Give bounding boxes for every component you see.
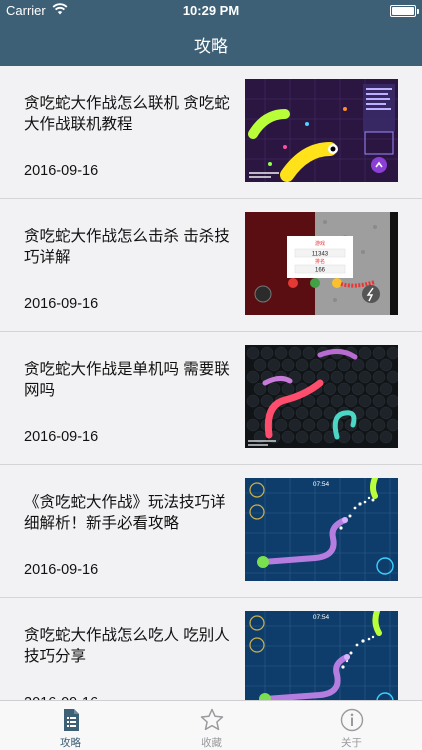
thumb-text: 07:54 (313, 481, 330, 488)
article-title: 《贪吃蛇大作战》玩法技巧详细解析！新手必看攻略 (24, 494, 226, 532)
star-icon (200, 708, 223, 731)
article-thumbnail: 游戏 11343 排名 166 (245, 212, 398, 315)
tab-about[interactable]: 关于 (281, 701, 422, 750)
thumb-text: 排名 (315, 258, 325, 265)
tab-label: 关于 (341, 737, 362, 749)
tab-favorites[interactable]: 收藏 (141, 701, 282, 750)
navigation-bar: 攻略 (0, 22, 422, 66)
article-thumbnail (245, 79, 398, 182)
article-thumbnail (245, 345, 398, 448)
status-bar: Carrier 10:29 PM (0, 0, 422, 22)
article-thumbnail: 07:54 (245, 478, 398, 581)
article-date: 2016-09-16 (24, 429, 99, 445)
tab-guides[interactable]: 攻略 (0, 701, 141, 750)
tab-bar: 攻略 收藏 关于 (0, 700, 422, 750)
article-row[interactable]: 贪吃蛇大作战怎么联机 贪吃蛇大作战联机教程 2016-09-16 (0, 66, 422, 199)
article-date: 2016-09-16 (24, 562, 99, 578)
article-thumbnail: 07:54 (245, 611, 398, 700)
article-title: 贪吃蛇大作战是单机吗 需要联网吗 (24, 361, 230, 399)
thumb-text: 游戏 (315, 240, 325, 247)
article-title: 贪吃蛇大作战怎么联机 贪吃蛇大作战联机教程 (24, 95, 230, 133)
thumb-text: 166 (315, 268, 326, 274)
battery-icon (390, 5, 416, 17)
tab-label: 收藏 (201, 737, 222, 749)
article-title: 贪吃蛇大作战怎么击杀 击杀技巧详解 (24, 228, 230, 266)
article-date: 2016-09-16 (24, 296, 99, 312)
article-row[interactable]: 贪吃蛇大作战怎么击杀 击杀技巧详解 2016-09-16 游戏 11343 排名… (0, 199, 422, 332)
article-row[interactable]: 《贪吃蛇大作战》玩法技巧详细解析！新手必看攻略 2016-09-16 07:54 (0, 465, 422, 598)
document-icon (63, 709, 79, 731)
article-title: 贪吃蛇大作战怎么吃人 吃别人技巧分享 (24, 627, 230, 665)
tab-label: 攻略 (60, 737, 81, 749)
thumb-text: 07:54 (313, 614, 330, 621)
thumb-text: 11343 (312, 252, 329, 258)
status-time: 10:29 PM (182, 3, 240, 18)
article-row[interactable]: 贪吃蛇大作战是单机吗 需要联网吗 2016-09-16 (0, 332, 422, 465)
info-icon (340, 708, 363, 732)
article-date: 2016-09-16 (24, 163, 99, 179)
article-row[interactable]: 贪吃蛇大作战怎么吃人 吃别人技巧分享 2016-09-16 07:54 (0, 598, 422, 700)
page-title: 攻略 (194, 37, 228, 56)
article-list[interactable]: 贪吃蛇大作战怎么联机 贪吃蛇大作战联机教程 2016-09-16 贪吃蛇大作战怎… (0, 66, 422, 700)
